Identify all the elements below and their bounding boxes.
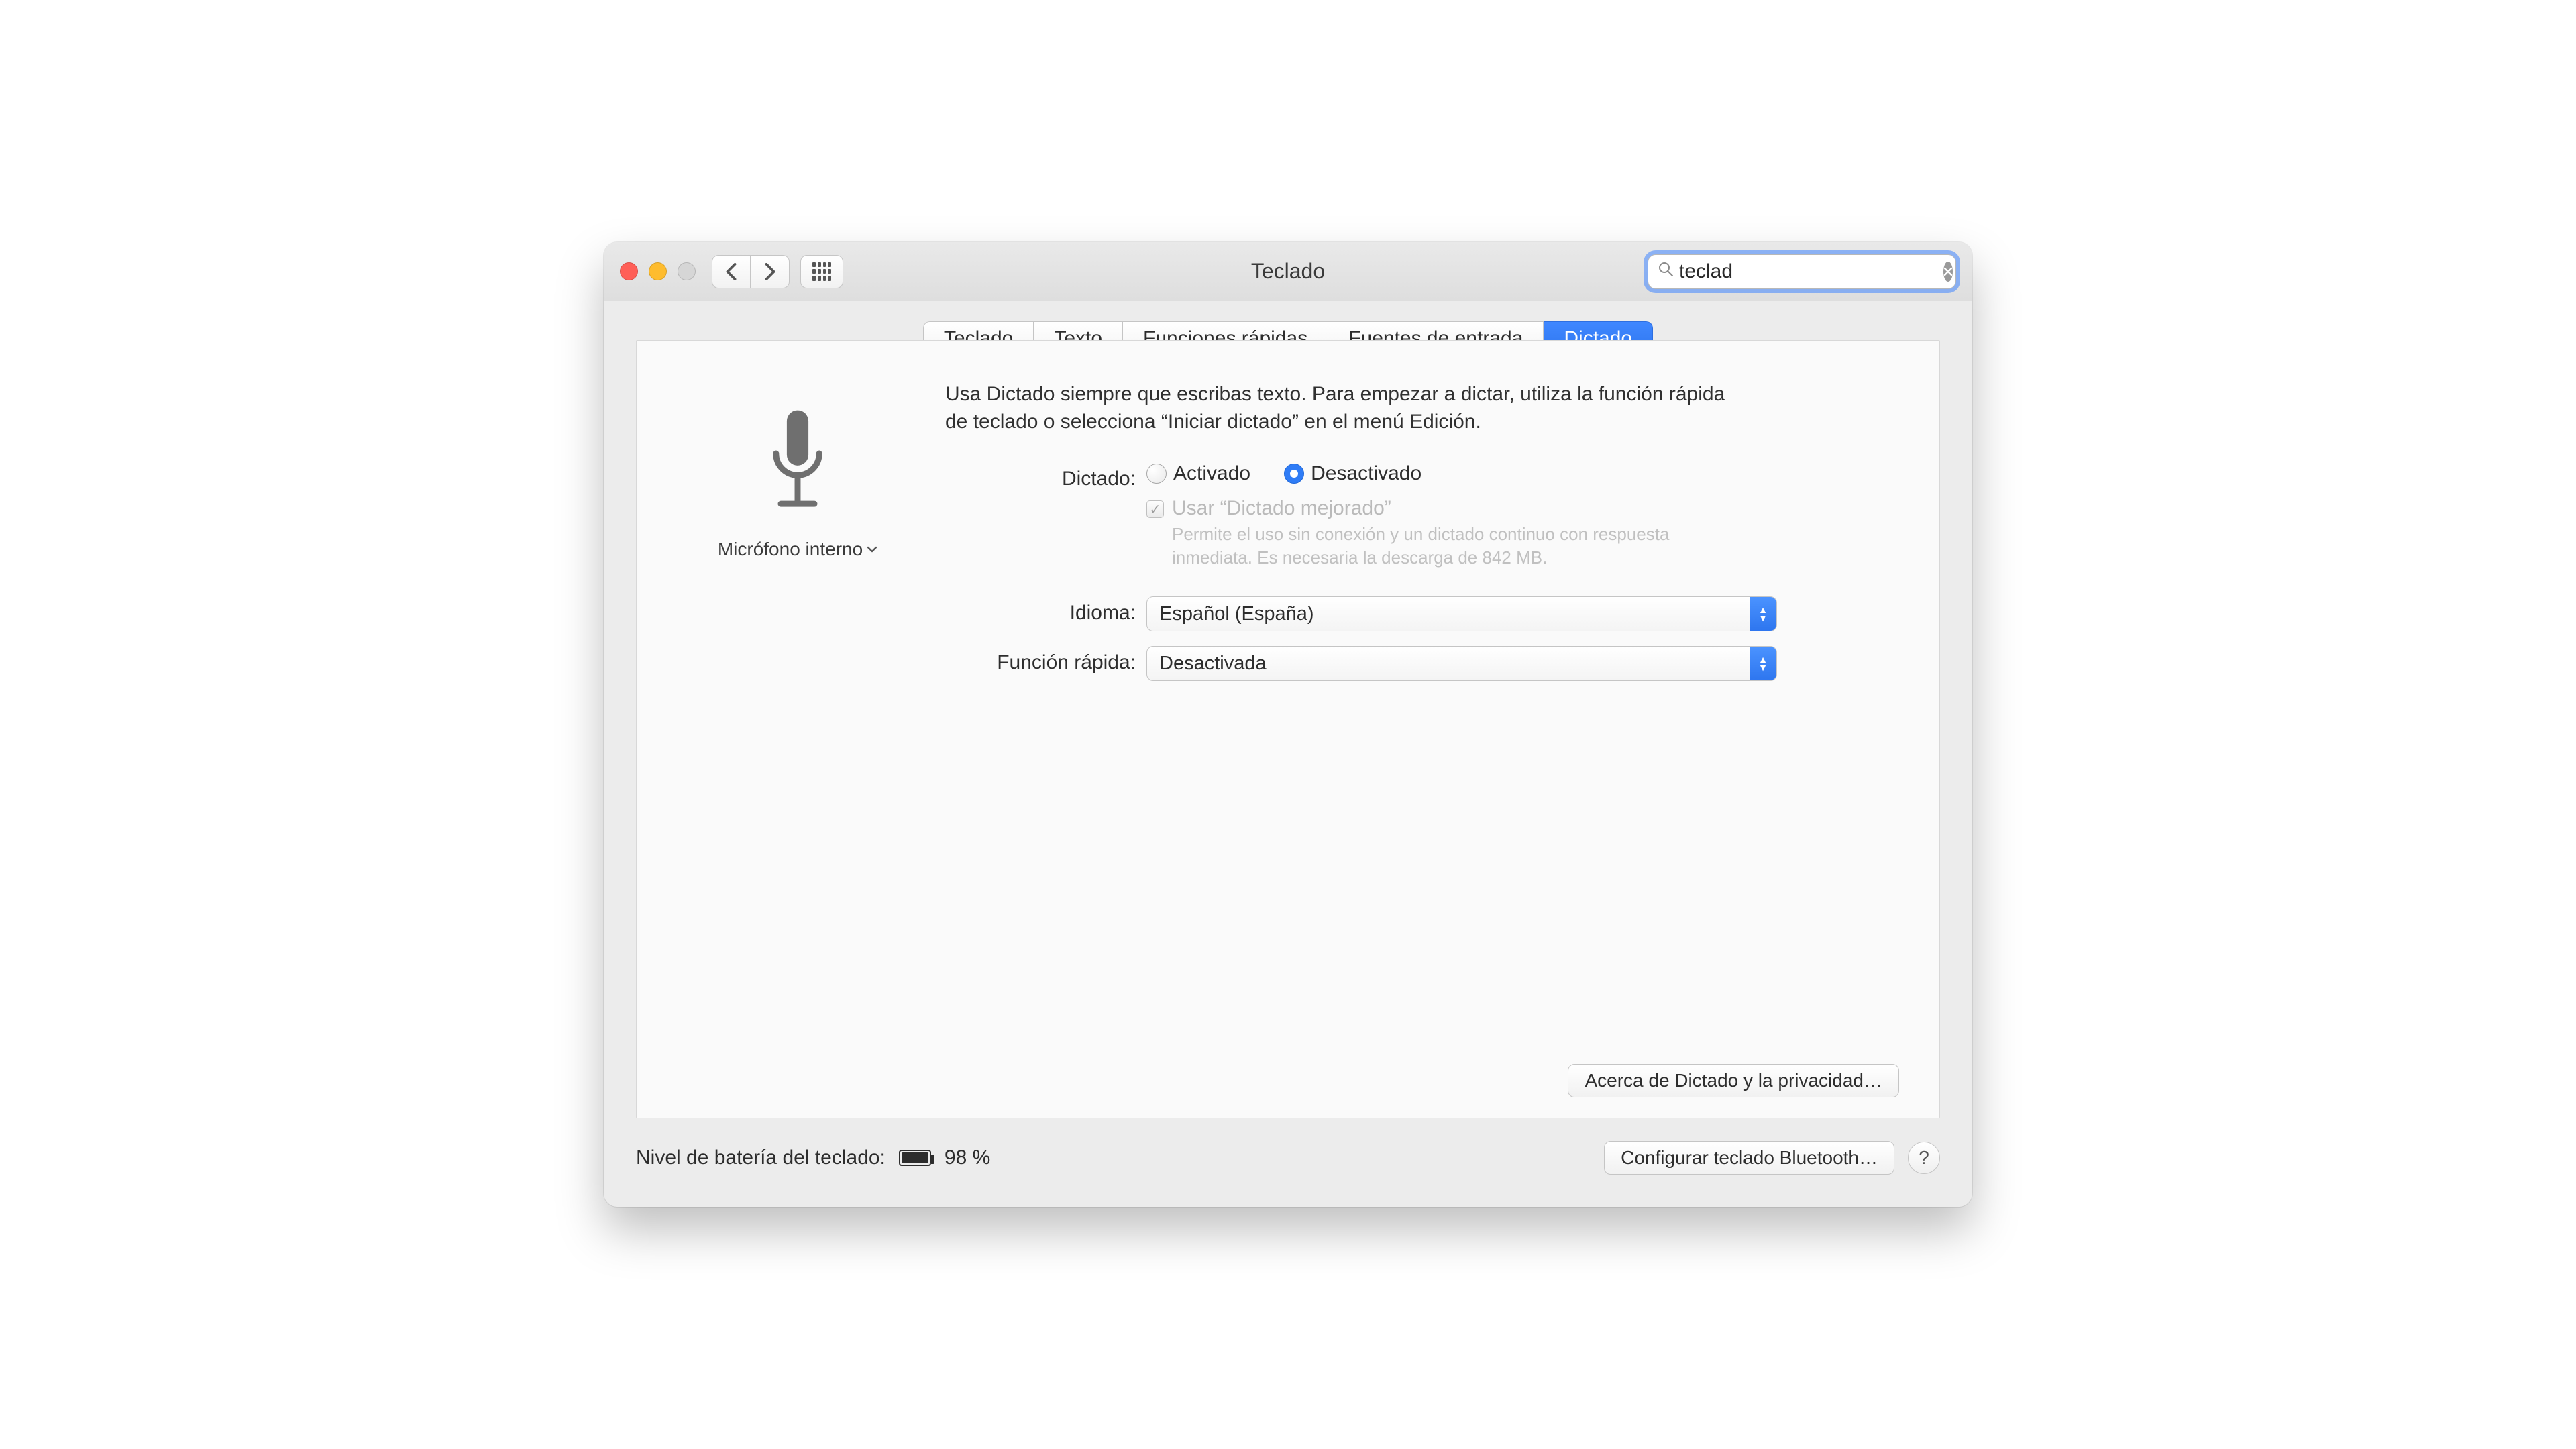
microphone-icon	[761, 408, 835, 525]
shortcut-popup[interactable]: Desactivada ▲▼	[1146, 646, 1777, 681]
language-value: Español (España)	[1159, 603, 1314, 625]
search-icon	[1658, 261, 1674, 282]
bluetooth-keyboard-button[interactable]: Configurar teclado Bluetooth…	[1604, 1141, 1894, 1175]
dictation-privacy-button[interactable]: Acerca de Dictado y la privacidad…	[1568, 1064, 1899, 1097]
dictation-row: Dictado: Activado Desactivado	[945, 462, 1899, 570]
shortcut-row: Función rápida: Desactivada ▲▼	[945, 646, 1899, 681]
chevron-right-icon	[763, 263, 777, 280]
dictation-row-label: Dictado:	[945, 462, 1146, 490]
checkbox-icon: ✓	[1146, 500, 1164, 518]
traffic-lights	[620, 262, 696, 280]
radio-label: Desactivado	[1311, 462, 1421, 485]
stepper-icon: ▲▼	[1750, 597, 1776, 631]
nav-buttons	[712, 255, 790, 288]
radio-icon	[1146, 464, 1167, 484]
titlebar: Teclado	[604, 242, 1972, 301]
chevron-left-icon	[724, 263, 738, 280]
enhanced-dictation-label: Usar “Dictado mejorado”	[1172, 497, 1695, 520]
radio-label: Activado	[1173, 462, 1250, 485]
microphone-source-dropdown[interactable]: Micrófono interno	[718, 539, 877, 560]
preferences-window: Teclado Teclado Texto Funciones rápidas …	[604, 242, 1972, 1207]
back-button[interactable]	[712, 255, 751, 288]
footer: Nivel de batería del teclado: 98 % Confi…	[604, 1118, 1972, 1207]
content-panel: Micrófono interno Usa Dictado siempre qu…	[636, 340, 1940, 1118]
search-input[interactable]	[1679, 260, 1938, 283]
clear-search-button[interactable]	[1943, 262, 1953, 282]
language-popup[interactable]: Español (España) ▲▼	[1146, 596, 1777, 631]
help-button[interactable]: ?	[1908, 1142, 1940, 1174]
shortcut-row-label: Función rápida:	[945, 646, 1146, 674]
enhanced-dictation-checkbox: ✓ Usar “Dictado mejorado” Permite el uso…	[1146, 497, 1899, 570]
dictation-on-radio[interactable]: Activado	[1146, 462, 1250, 485]
battery-icon	[899, 1150, 931, 1166]
microphone-source-label: Micrófono interno	[718, 539, 863, 560]
minimize-window-button[interactable]	[649, 262, 667, 280]
stepper-icon: ▲▼	[1750, 647, 1776, 680]
forward-button[interactable]	[751, 255, 790, 288]
x-icon	[1943, 267, 1953, 276]
show-all-button[interactable]	[800, 255, 843, 288]
search-field[interactable]	[1648, 254, 1956, 289]
dictation-off-radio[interactable]: Desactivado	[1284, 462, 1421, 485]
language-row-label: Idioma:	[945, 596, 1146, 625]
keyboard-battery-label: Nivel de batería del teclado:	[636, 1146, 885, 1169]
language-row: Idioma: Español (España) ▲▼	[945, 596, 1899, 631]
keyboard-battery-percent: 98 %	[945, 1146, 990, 1169]
zoom-window-button	[678, 262, 696, 280]
chevron-down-icon	[867, 542, 877, 557]
enhanced-dictation-desc: Permite el uso sin conexión y un dictado…	[1172, 523, 1695, 570]
shortcut-value: Desactivada	[1159, 653, 1267, 675]
grid-icon	[812, 262, 831, 281]
dictation-description: Usa Dictado siempre que escribas texto. …	[945, 381, 1750, 435]
microphone-column: Micrófono interno	[677, 381, 918, 696]
settings-column: Usa Dictado siempre que escribas texto. …	[945, 381, 1899, 696]
close-window-button[interactable]	[620, 262, 638, 280]
radio-icon	[1284, 464, 1304, 484]
